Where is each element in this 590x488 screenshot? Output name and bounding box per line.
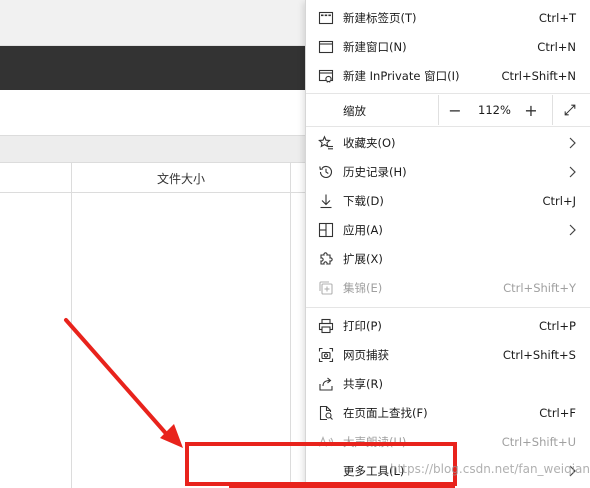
zoom-control-row: 缩放 − 112% + [306,95,590,125]
menu-item-collections: 集锦(E) Ctrl+Shift+Y [306,273,590,302]
menu-item-label: 历史记录(H) [343,164,407,179]
menu-item-label: 收藏夹(O) [343,135,396,150]
menu-item-label: 新建窗口(N) [343,39,407,54]
zoom-level-value: 112% [478,103,511,117]
column-divider [290,163,291,488]
menu-item-shortcut: Ctrl+T [538,10,576,25]
download-arrow-icon [318,193,334,209]
menu-item-label: 新建标签页(T) [343,10,417,25]
share-icon [318,376,334,392]
menu-item-apps[interactable]: 应用(A) [306,215,590,244]
menu-item-downloads[interactable]: 下载(D) Ctrl+J [306,186,590,215]
menu-item-label: 打印(P) [343,318,382,333]
more-tools-icon [318,463,334,479]
menu-item-label: 下载(D) [343,193,384,208]
menu-item-find-on-page[interactable]: 在页面上查找(F) Ctrl+F [306,398,590,427]
menu-item-label: 共享(R) [343,376,383,391]
column-header-file-size[interactable]: 文件大小 [72,170,290,187]
new-tab-icon [318,10,334,26]
menu-item-new-window[interactable]: 新建窗口(N) Ctrl+N [306,32,590,61]
history-clock-icon [318,164,334,180]
new-window-icon [318,39,334,55]
menu-item-new-tab[interactable]: 新建标签页(T) Ctrl+T [306,3,590,32]
browser-settings-menu: 新建标签页(T) Ctrl+T 新建窗口(N) Ctrl+N 新建 InPriv… [305,0,590,488]
zoom-in-button[interactable]: + [520,99,542,121]
menu-separator [306,126,590,127]
menu-item-favorites[interactable]: 收藏夹(O) [306,128,590,157]
fullscreen-button[interactable] [559,99,581,121]
chevron-right-icon [569,224,576,235]
menu-item-shortcut: Ctrl+N [537,39,576,54]
collections-icon [318,280,334,296]
zoom-label: 缩放 [343,104,366,118]
menu-item-shortcut: Ctrl+J [542,193,577,208]
inprivate-icon [318,68,334,84]
watermark-text: https://blog.csdn.net/fan_weiqiang [390,462,590,476]
menu-item-shortcut: Ctrl+Shift+Y [503,280,576,295]
menu-item-read-aloud: 大声朗读(U) Ctrl+Shift+U [306,427,590,456]
zoom-divider [552,95,553,125]
menu-item-shortcut: Ctrl+Shift+U [501,434,576,449]
menu-item-shortcut: Ctrl+Shift+N [501,68,576,83]
menu-item-extensions[interactable]: 扩展(X) [306,244,590,273]
zoom-divider [438,95,439,125]
menu-item-web-capture[interactable]: 网页捕获 Ctrl+Shift+S [306,340,590,369]
printer-icon [318,318,334,334]
menu-item-print[interactable]: 打印(P) Ctrl+P [306,311,590,340]
find-on-page-icon [318,405,334,421]
menu-item-label: 扩展(X) [343,251,383,266]
menu-item-label: 网页捕获 [343,347,389,362]
web-capture-icon [318,347,334,363]
menu-item-shortcut: Ctrl+F [539,405,576,420]
browser-tab-strip [0,0,305,46]
red-arrow-shaft [64,318,172,440]
menu-item-label: 应用(A) [343,222,383,237]
chevron-right-icon [569,166,576,177]
chevron-right-icon [569,137,576,148]
menu-separator [306,307,590,308]
red-arrow-head [160,424,183,448]
favorites-star-icon [318,134,334,151]
table-toolbar-strip [0,135,305,163]
menu-item-label: 在页面上查找(F) [343,405,428,420]
menu-separator [306,93,590,94]
menu-item-label: 大声朗读(U) [343,434,407,449]
column-divider [71,163,72,488]
zoom-out-button[interactable]: − [444,99,466,121]
menu-item-shortcut: Ctrl+P [538,318,576,333]
menu-item-new-inprivate-window[interactable]: 新建 InPrivate 窗口(I) Ctrl+Shift+N [306,61,590,90]
menu-item-history[interactable]: 历史记录(H) [306,157,590,186]
apps-grid-icon [318,222,334,238]
puzzle-piece-icon [318,251,334,267]
site-header-bar [0,46,305,90]
menu-item-shortcut: Ctrl+Shift+S [502,347,576,362]
fullscreen-expand-icon [564,104,576,116]
menu-item-label: 集锦(E) [343,280,383,295]
menu-item-label: 新建 InPrivate 窗口(I) [343,68,460,83]
menu-item-share[interactable]: 共享(R) [306,369,590,398]
read-aloud-icon [318,434,334,450]
